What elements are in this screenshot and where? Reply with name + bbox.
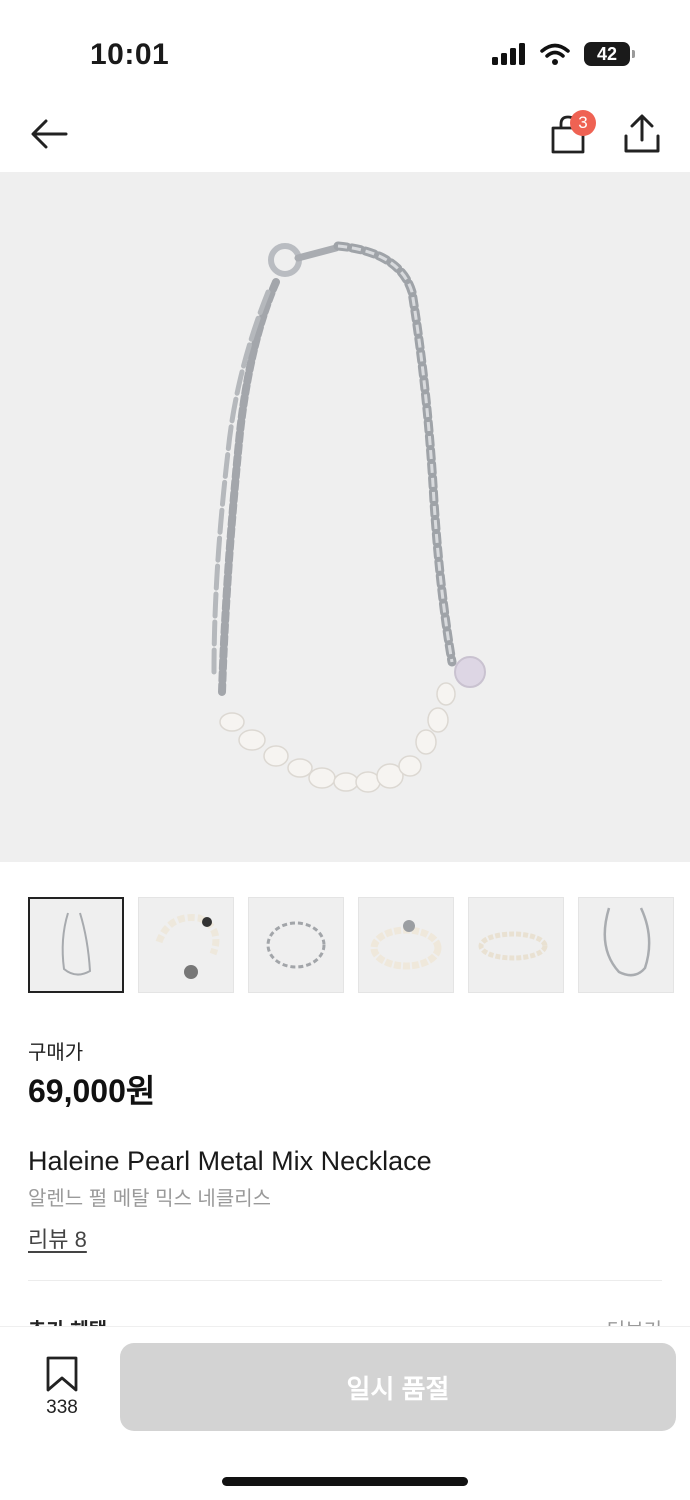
home-indicator[interactable] (222, 1477, 468, 1486)
necklace-illustration (211, 241, 486, 793)
thumbnail-bracelet-chain[interactable] (248, 897, 344, 993)
share-icon[interactable] (622, 112, 662, 156)
thumbnail-strip (28, 897, 690, 993)
bookmark-icon (46, 1356, 78, 1392)
status-icons: 42 (492, 42, 635, 66)
thumbnail-bracelet-pearl-image (370, 920, 442, 970)
thumbnail-bracelet-mixed[interactable] (138, 897, 234, 993)
status-bar: 10:01 42 (0, 0, 690, 100)
review-link[interactable]: 리뷰 8 (28, 1222, 87, 1254)
product-name-en: Haleine Pearl Metal Mix Necklace (28, 1146, 432, 1176)
product-price: 69,000원 (28, 1073, 156, 1109)
bottom-action-bar: 338 일시 품절 (0, 1326, 690, 1500)
wifi-icon (540, 43, 570, 65)
divider (28, 1280, 662, 1281)
thumbnail-necklace-image (61, 912, 92, 976)
thumbnail-bracelet-chain-image (266, 921, 326, 969)
cellular-signal-icon (492, 43, 525, 65)
bookmark-count: 338 (46, 1397, 78, 1418)
product-name-ko: 알렌느 펄 메탈 믹스 네클리스 (28, 1188, 272, 1210)
back-arrow-icon[interactable] (28, 112, 72, 156)
price-label: 구매가 (28, 1042, 84, 1064)
thumbnail-bracelet-thin[interactable] (468, 897, 564, 993)
thumbnail-necklace[interactable] (28, 897, 124, 993)
thumbnail-necklace-pearl-image (603, 907, 651, 977)
thumbnail-bracelet-pearl[interactable] (358, 897, 454, 993)
thumbnail-bracelet-thin-image (478, 931, 548, 961)
battery-icon: 42 (584, 42, 635, 66)
thumbnail-bracelet-mixed-image (155, 914, 220, 979)
bookmark-button[interactable]: 338 (36, 1355, 88, 1421)
status-time: 10:01 (90, 38, 170, 71)
thumbnail-necklace-pearl[interactable] (578, 897, 674, 993)
cart-count-badge: 3 (570, 110, 596, 136)
product-image[interactable] (0, 172, 690, 862)
sold-out-button[interactable]: 일시 품절 (120, 1343, 676, 1431)
